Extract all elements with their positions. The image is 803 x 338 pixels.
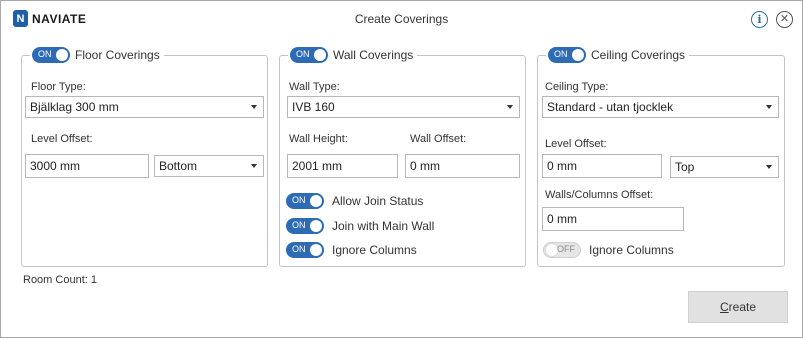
floor-offset-ref-select[interactable]: Bottom — [154, 155, 264, 177]
ceiling-ignore-columns-label: Ignore Columns — [589, 243, 674, 257]
toggle-knob — [314, 49, 326, 61]
toggle-knob — [310, 195, 322, 207]
close-icon[interactable]: ✕ — [776, 11, 793, 28]
wall-ignore-columns-toggle[interactable]: ON — [286, 242, 324, 258]
window-title: Create Coverings — [354, 12, 449, 26]
floor-coverings-header: ON Floor Coverings — [30, 47, 164, 63]
ceiling-ignore-columns-row: OFF Ignore Columns — [543, 242, 674, 258]
ceiling-offset-ref-select[interactable]: Top — [670, 156, 779, 178]
toggle-knob — [56, 49, 68, 61]
join-main-wall-row: ON Join with Main Wall — [286, 218, 434, 234]
wall-type-label: Wall Type: — [289, 81, 340, 93]
dropdown-arrow-icon — [251, 105, 257, 109]
wall-height-input[interactable]: 2001 mm — [287, 154, 398, 178]
allow-join-status-row: ON Allow Join Status — [286, 193, 423, 209]
wall-offset-label: Wall Offset: — [410, 133, 467, 145]
wall-coverings-header: ON Wall Coverings — [288, 47, 418, 63]
ceiling-type-value: Standard - utan tjocklek — [547, 100, 674, 114]
ceiling-coverings-title: Ceiling Coverings — [591, 48, 686, 62]
dropdown-arrow-icon — [766, 105, 772, 109]
walls-columns-offset-label: Walls/Columns Offset: — [545, 189, 654, 201]
ceiling-level-offset-label: Level Offset: — [545, 138, 607, 150]
wall-ignore-columns-label: Ignore Columns — [332, 243, 417, 257]
wall-offset-input[interactable]: 0 mm — [405, 154, 520, 178]
create-button-label: Create — [719, 300, 757, 314]
ceiling-offset-ref-value: Top — [675, 160, 695, 174]
ceiling-ignore-columns-toggle[interactable]: OFF — [543, 242, 581, 258]
walls-columns-offset-input[interactable]: 0 mm — [542, 207, 684, 231]
ceiling-coverings-header: ON Ceiling Coverings — [546, 47, 690, 63]
allow-join-status-label: Allow Join Status — [332, 194, 424, 208]
floor-type-select[interactable]: Bjälklag 300 mm — [25, 96, 264, 118]
ceiling-type-label: Ceiling Type: — [545, 81, 609, 93]
floor-level-offset-label: Level Offset: — [31, 133, 93, 145]
floor-offset-ref-value: Bottom — [159, 159, 198, 173]
wall-type-value: IVB 160 — [292, 100, 335, 114]
join-main-wall-toggle[interactable]: ON — [286, 218, 324, 234]
create-coverings-window: N NAVIATE Create Coverings i ✕ ON Floor … — [0, 0, 803, 338]
join-main-wall-label: Join with Main Wall — [332, 219, 435, 233]
dropdown-arrow-icon — [507, 105, 513, 109]
info-icon[interactable]: i — [751, 11, 768, 28]
floor-coverings-toggle[interactable]: ON — [32, 47, 70, 63]
wall-height-label: Wall Height: — [289, 133, 348, 145]
floor-type-label: Floor Type: — [31, 81, 86, 93]
floor-type-value: Bjälklag 300 mm — [30, 100, 119, 114]
dropdown-arrow-icon — [766, 165, 772, 169]
ceiling-level-offset-input[interactable]: 0 mm — [542, 154, 662, 178]
toggle-knob — [572, 49, 584, 61]
ceiling-coverings-toggle[interactable]: ON — [548, 47, 586, 63]
floor-level-offset-input[interactable]: 3000 mm — [25, 154, 149, 178]
floor-coverings-title: Floor Coverings — [75, 48, 160, 62]
create-button[interactable]: Create — [688, 291, 788, 323]
wall-coverings-title: Wall Coverings — [333, 48, 414, 62]
wall-ignore-columns-row: ON Ignore Columns — [286, 242, 417, 258]
wall-coverings-toggle[interactable]: ON — [290, 47, 328, 63]
toggle-knob — [310, 244, 322, 256]
toggle-knob — [310, 220, 322, 232]
wall-type-select[interactable]: IVB 160 — [287, 96, 520, 118]
room-count: Room Count: 1 — [23, 274, 97, 286]
allow-join-status-toggle[interactable]: ON — [286, 193, 324, 209]
dropdown-arrow-icon — [251, 164, 257, 168]
ceiling-type-select[interactable]: Standard - utan tjocklek — [542, 96, 779, 118]
